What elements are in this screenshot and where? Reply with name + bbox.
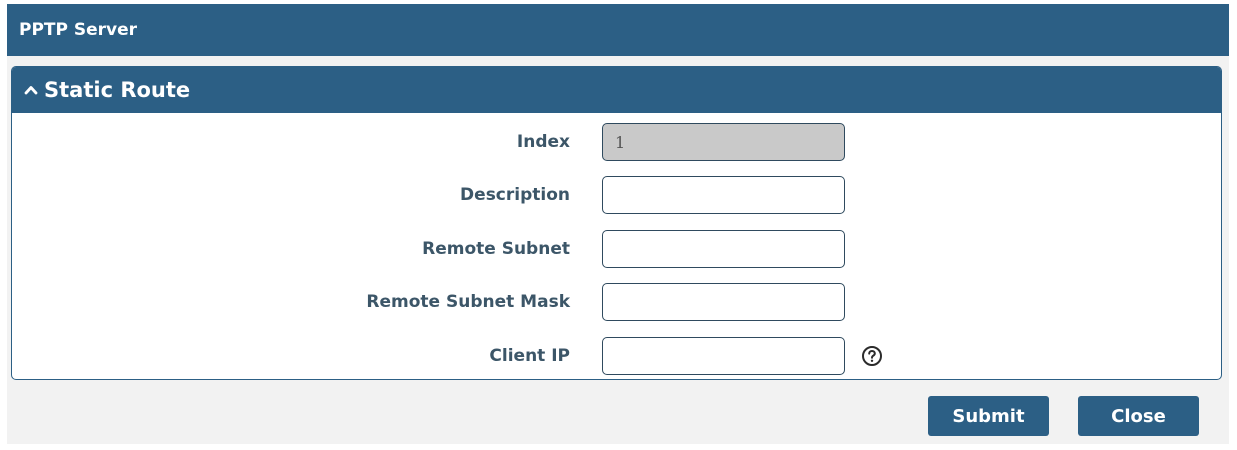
client-ip-label: Client IP xyxy=(489,346,570,366)
remote-subnet-input[interactable] xyxy=(602,230,845,268)
pptp-server-dialog: PPTP Server Static Route Index Descripti… xyxy=(7,4,1229,444)
static-route-panel-header[interactable]: Static Route xyxy=(12,67,1221,113)
remote-subnet-mask-row: Remote Subnet Mask xyxy=(12,283,1221,321)
remote-subnet-row: Remote Subnet xyxy=(12,230,1221,268)
remote-subnet-mask-label: Remote Subnet Mask xyxy=(366,292,570,312)
description-input[interactable] xyxy=(602,176,845,214)
remote-subnet-mask-input[interactable] xyxy=(602,283,845,321)
dialog-title: PPTP Server xyxy=(7,4,1229,56)
index-row: Index xyxy=(12,123,1221,161)
panel-title: Static Route xyxy=(44,78,191,102)
submit-button[interactable]: Submit xyxy=(928,396,1049,436)
question-circle-icon[interactable] xyxy=(861,345,883,367)
static-route-panel: Static Route Index Description Remote Su… xyxy=(11,66,1222,380)
remote-subnet-label: Remote Subnet xyxy=(422,239,570,259)
index-input[interactable] xyxy=(602,123,845,161)
client-ip-input[interactable] xyxy=(602,337,845,375)
close-button[interactable]: Close xyxy=(1078,396,1199,436)
chevron-up-icon[interactable] xyxy=(24,83,38,97)
index-label: Index xyxy=(516,132,570,152)
description-row: Description xyxy=(12,176,1221,214)
description-label: Description xyxy=(460,185,570,205)
client-ip-row: Client IP xyxy=(12,337,1221,375)
